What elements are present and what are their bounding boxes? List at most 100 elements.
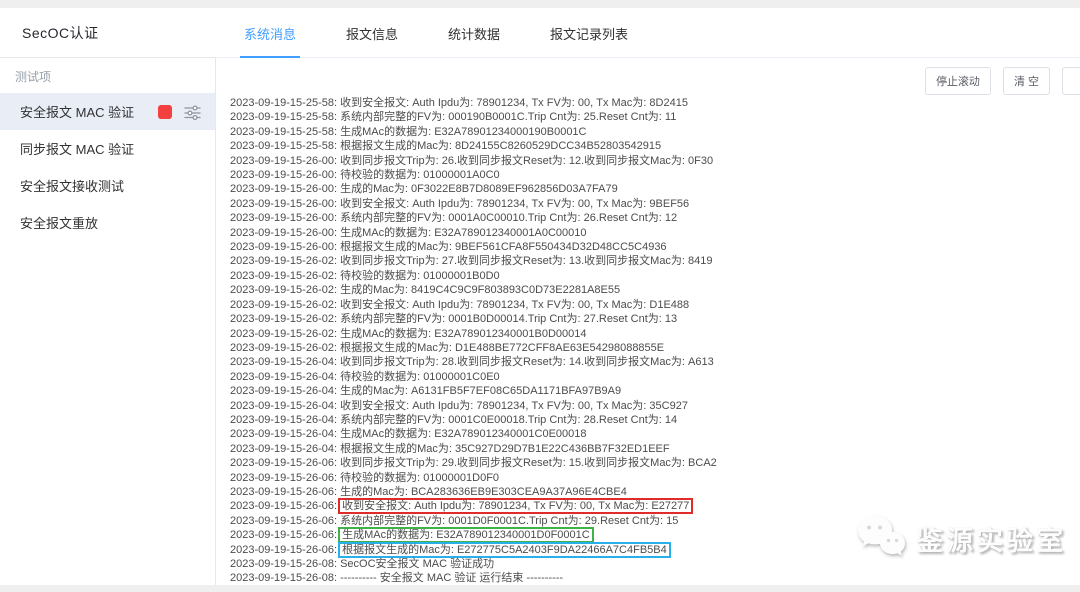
log-line: 2023-09-19-15-26-02: 收到同步报文Trip为: 27.收到同… — [230, 254, 1080, 268]
log-line: 2023-09-19-15-26-02: 系统内部完整的FV为: 0001B0D… — [230, 312, 1080, 326]
log-message: 生成的Mac为: 8419C4C9C9F803893C0D73E2281A8E5… — [340, 284, 620, 296]
log-panel: 停止滚动 清 空 2023-09-19-15-25-58: 收到安全报文: Au… — [216, 58, 1080, 585]
log-timestamp: 2023-09-19-15-26-02: — [230, 255, 340, 267]
log-message: 待校验的数据为: 01000001A0C0 — [340, 169, 500, 181]
log-line: 2023-09-19-15-26-06: 生成的Mac为: BCA283636E… — [230, 485, 1080, 499]
clear-button[interactable]: 清 空 — [1003, 67, 1050, 95]
header-left: SecOC认证 — [0, 8, 216, 58]
stop-scroll-button[interactable]: 停止滚动 — [925, 67, 991, 95]
log-timestamp: 2023-09-19-15-26-06: — [230, 500, 340, 512]
log-timestamp: 2023-09-19-15-26-06: — [230, 515, 340, 527]
log-message: 收到安全报文: Auth Ipdu为: 78901234, Tx FV为: 00… — [340, 198, 689, 210]
log-line: 2023-09-19-15-26-00: 生成的Mac为: 0F3022E8B7… — [230, 182, 1080, 196]
log-timestamp: 2023-09-19-15-26-04: — [230, 400, 340, 412]
log-message: 根据报文生成的Mac为: 35C927D29D7B1E22C436BB7F32E… — [340, 443, 670, 455]
sidebar-item-secure-msg-mac-verify[interactable]: 安全报文 MAC 验证 — [0, 93, 215, 130]
log-line: 2023-09-19-15-26-06: 收到同步报文Trip为: 29.收到同… — [230, 456, 1080, 470]
sidebar-item-label: 安全报文重放 — [20, 213, 201, 232]
sidebar-item-sync-msg-mac-verify[interactable]: 同步报文 MAC 验证 — [0, 130, 215, 167]
log-timestamp: 2023-09-19-15-26-00: — [230, 183, 340, 195]
log-line: 2023-09-19-15-26-02: 生成MAc的数据为: E32A7890… — [230, 327, 1080, 341]
sidebar-item-list: 安全报文 MAC 验证同步报文 MAC 验证安全报文接收测试安全报文重放 — [0, 93, 215, 241]
tab-system-messages[interactable]: 系统消息 — [240, 10, 300, 58]
log-line: 2023-09-19-15-26-04: 根据报文生成的Mac为: 35C927… — [230, 442, 1080, 456]
log-timestamp: 2023-09-19-15-26-04: — [230, 371, 340, 383]
log-line: 2023-09-19-15-26-00: 生成MAc的数据为: E32A7890… — [230, 226, 1080, 240]
log-message: 收到安全报文: Auth Ipdu为: 78901234, Tx FV为: 00… — [340, 299, 689, 311]
log-line: 2023-09-19-15-26-02: 待校验的数据为: 01000001B0… — [230, 269, 1080, 283]
log-message: 生成MAc的数据为: E32A789012340001A0C00010 — [340, 227, 586, 239]
log-message: 收到同步报文Trip为: 26.收到同步报文Reset为: 12.收到同步报文M… — [340, 155, 713, 167]
log-message: SecOC安全报文 MAC 验证成功 — [340, 558, 494, 570]
log-timestamp: 2023-09-19-15-26-02: — [230, 284, 340, 296]
log-timestamp: 2023-09-19-15-26-04: — [230, 428, 340, 440]
page-title: SecOC认证 — [22, 23, 99, 43]
log-message: 生成MAc的数据为: E32A78901234000190B0001C — [340, 126, 586, 138]
log-message-highlighted-cyan: 根据报文生成的Mac为: E272775C5A2403F9DA22466A7C4… — [340, 544, 669, 556]
log-line: 2023-09-19-15-25-58: 根据报文生成的Mac为: 8D2415… — [230, 139, 1080, 153]
cutoff-button[interactable] — [1062, 67, 1080, 95]
log-message: 根据报文生成的Mac为: D1E488BE772CFF8AE63E5429808… — [340, 342, 664, 354]
log-timestamp: 2023-09-19-15-25-58: — [230, 97, 340, 109]
log-timestamp: 2023-09-19-15-26-06: — [230, 486, 340, 498]
log-line: 2023-09-19-15-26-02: 生成的Mac为: 8419C4C9C9… — [230, 283, 1080, 297]
log-line: 2023-09-19-15-26-02: 收到安全报文: Auth Ipdu为:… — [230, 298, 1080, 312]
sidebar-item-label: 同步报文 MAC 验证 — [20, 139, 201, 158]
log-timestamp: 2023-09-19-15-26-08: — [230, 558, 340, 570]
log-timestamp: 2023-09-19-15-26-04: — [230, 443, 340, 455]
log-timestamp: 2023-09-19-15-26-06: — [230, 544, 340, 556]
bottom-margin-strip — [0, 585, 1080, 592]
log-toolbar: 停止滚动 清 空 — [925, 67, 1080, 95]
log-timestamp: 2023-09-19-15-26-02: — [230, 313, 340, 325]
log-line: 2023-09-19-15-26-04: 待校验的数据为: 01000001C0… — [230, 370, 1080, 384]
log-message: ---------- 安全报文 MAC 验证 运行结束 ---------- — [340, 572, 563, 584]
tune-settings-icon[interactable] — [184, 104, 201, 120]
log-line: 2023-09-19-15-26-00: 收到同步报文Trip为: 26.收到同… — [230, 154, 1080, 168]
log-message: 生成的Mac为: 0F3022E8B7D8089EF962856D03A7FA7… — [340, 183, 618, 195]
header: SecOC认证 系统消息报文信息统计数据报文记录列表 — [0, 8, 1080, 58]
stop-icon[interactable] — [158, 105, 172, 119]
log-message: 收到同步报文Trip为: 28.收到同步报文Reset为: 14.收到同步报文M… — [340, 356, 714, 368]
log-message: 生成MAc的数据为: E32A789012340001B0D00014 — [340, 328, 586, 340]
log-message: 收到同步报文Trip为: 29.收到同步报文Reset为: 15.收到同步报文M… — [340, 457, 717, 469]
log-line: 2023-09-19-15-26-04: 系统内部完整的FV为: 0001C0E… — [230, 413, 1080, 427]
tab-statistics[interactable]: 统计数据 — [444, 10, 504, 58]
log-message: 收到安全报文: Auth Ipdu为: 78901234, Tx FV为: 00… — [340, 400, 688, 412]
tab-bar: 系统消息报文信息统计数据报文记录列表 — [216, 8, 1080, 58]
log-line: 2023-09-19-15-26-06: 生成MAc的数据为: E32A7890… — [230, 528, 1080, 542]
log-timestamp: 2023-09-19-15-26-00: — [230, 212, 340, 224]
log-message-highlighted-green: 生成MAc的数据为: E32A789012340001D0F0001C — [340, 529, 592, 541]
tab-message-info[interactable]: 报文信息 — [342, 10, 402, 58]
log-timestamp: 2023-09-19-15-26-02: — [230, 299, 340, 311]
log-message: 系统内部完整的FV为: 0001C0E00018.Trip Cnt为: 28.R… — [340, 414, 677, 426]
log-message: 系统内部完整的FV为: 0001B0D00014.Trip Cnt为: 27.R… — [340, 313, 677, 325]
log-timestamp: 2023-09-19-15-26-02: — [230, 270, 340, 282]
log-timestamp: 2023-09-19-15-26-06: — [230, 529, 340, 541]
sidebar: 测试项 安全报文 MAC 验证同步报文 MAC 验证安全报文接收测试安全报文重放 — [0, 58, 216, 585]
log-line: 2023-09-19-15-26-06: 待校验的数据为: 01000001D0… — [230, 471, 1080, 485]
log-line: 2023-09-19-15-25-58: 系统内部完整的FV为: 000190B… — [230, 110, 1080, 124]
app-content-window: SecOC认证 系统消息报文信息统计数据报文记录列表 测试项 安全报文 MAC … — [0, 8, 1080, 585]
log-line: 2023-09-19-15-26-04: 收到同步报文Trip为: 28.收到同… — [230, 355, 1080, 369]
tab-message-record-list[interactable]: 报文记录列表 — [546, 10, 632, 58]
log-timestamp: 2023-09-19-15-26-04: — [230, 385, 340, 397]
sidebar-item-secure-msg-replay[interactable]: 安全报文重放 — [0, 204, 215, 241]
log-timestamp: 2023-09-19-15-26-00: — [230, 198, 340, 210]
log-line: 2023-09-19-15-26-00: 收到安全报文: Auth Ipdu为:… — [230, 197, 1080, 211]
log-line: 2023-09-19-15-26-06: 收到安全报文: Auth Ipdu为:… — [230, 499, 1080, 513]
log-line: 2023-09-19-15-26-00: 系统内部完整的FV为: 0001A0C… — [230, 211, 1080, 225]
log-message: 生成MAc的数据为: E32A789012340001C0E00018 — [340, 428, 586, 440]
log-timestamp: 2023-09-19-15-26-04: — [230, 356, 340, 368]
log-message: 收到安全报文: Auth Ipdu为: 78901234, Tx FV为: 00… — [340, 97, 688, 109]
log-message: 系统内部完整的FV为: 0001A0C00010.Trip Cnt为: 26.R… — [340, 212, 677, 224]
log-message: 待校验的数据为: 01000001B0D0 — [340, 270, 500, 282]
log-message: 收到同步报文Trip为: 27.收到同步报文Reset为: 13.收到同步报文M… — [340, 255, 712, 267]
log-line: 2023-09-19-15-26-08: ---------- 安全报文 MAC… — [230, 571, 1080, 585]
log-line: 2023-09-19-15-25-58: 生成MAc的数据为: E32A7890… — [230, 125, 1080, 139]
sidebar-item-secure-msg-receive-test[interactable]: 安全报文接收测试 — [0, 167, 215, 204]
sidebar-item-label: 安全报文接收测试 — [20, 176, 201, 195]
system-message-log[interactable]: 2023-09-19-15-25-58: 收到安全报文: Auth Ipdu为:… — [216, 96, 1080, 586]
log-timestamp: 2023-09-19-15-25-58: — [230, 111, 340, 123]
log-timestamp: 2023-09-19-15-26-06: — [230, 472, 340, 484]
log-line: 2023-09-19-15-26-06: 根据报文生成的Mac为: E27277… — [230, 543, 1080, 557]
